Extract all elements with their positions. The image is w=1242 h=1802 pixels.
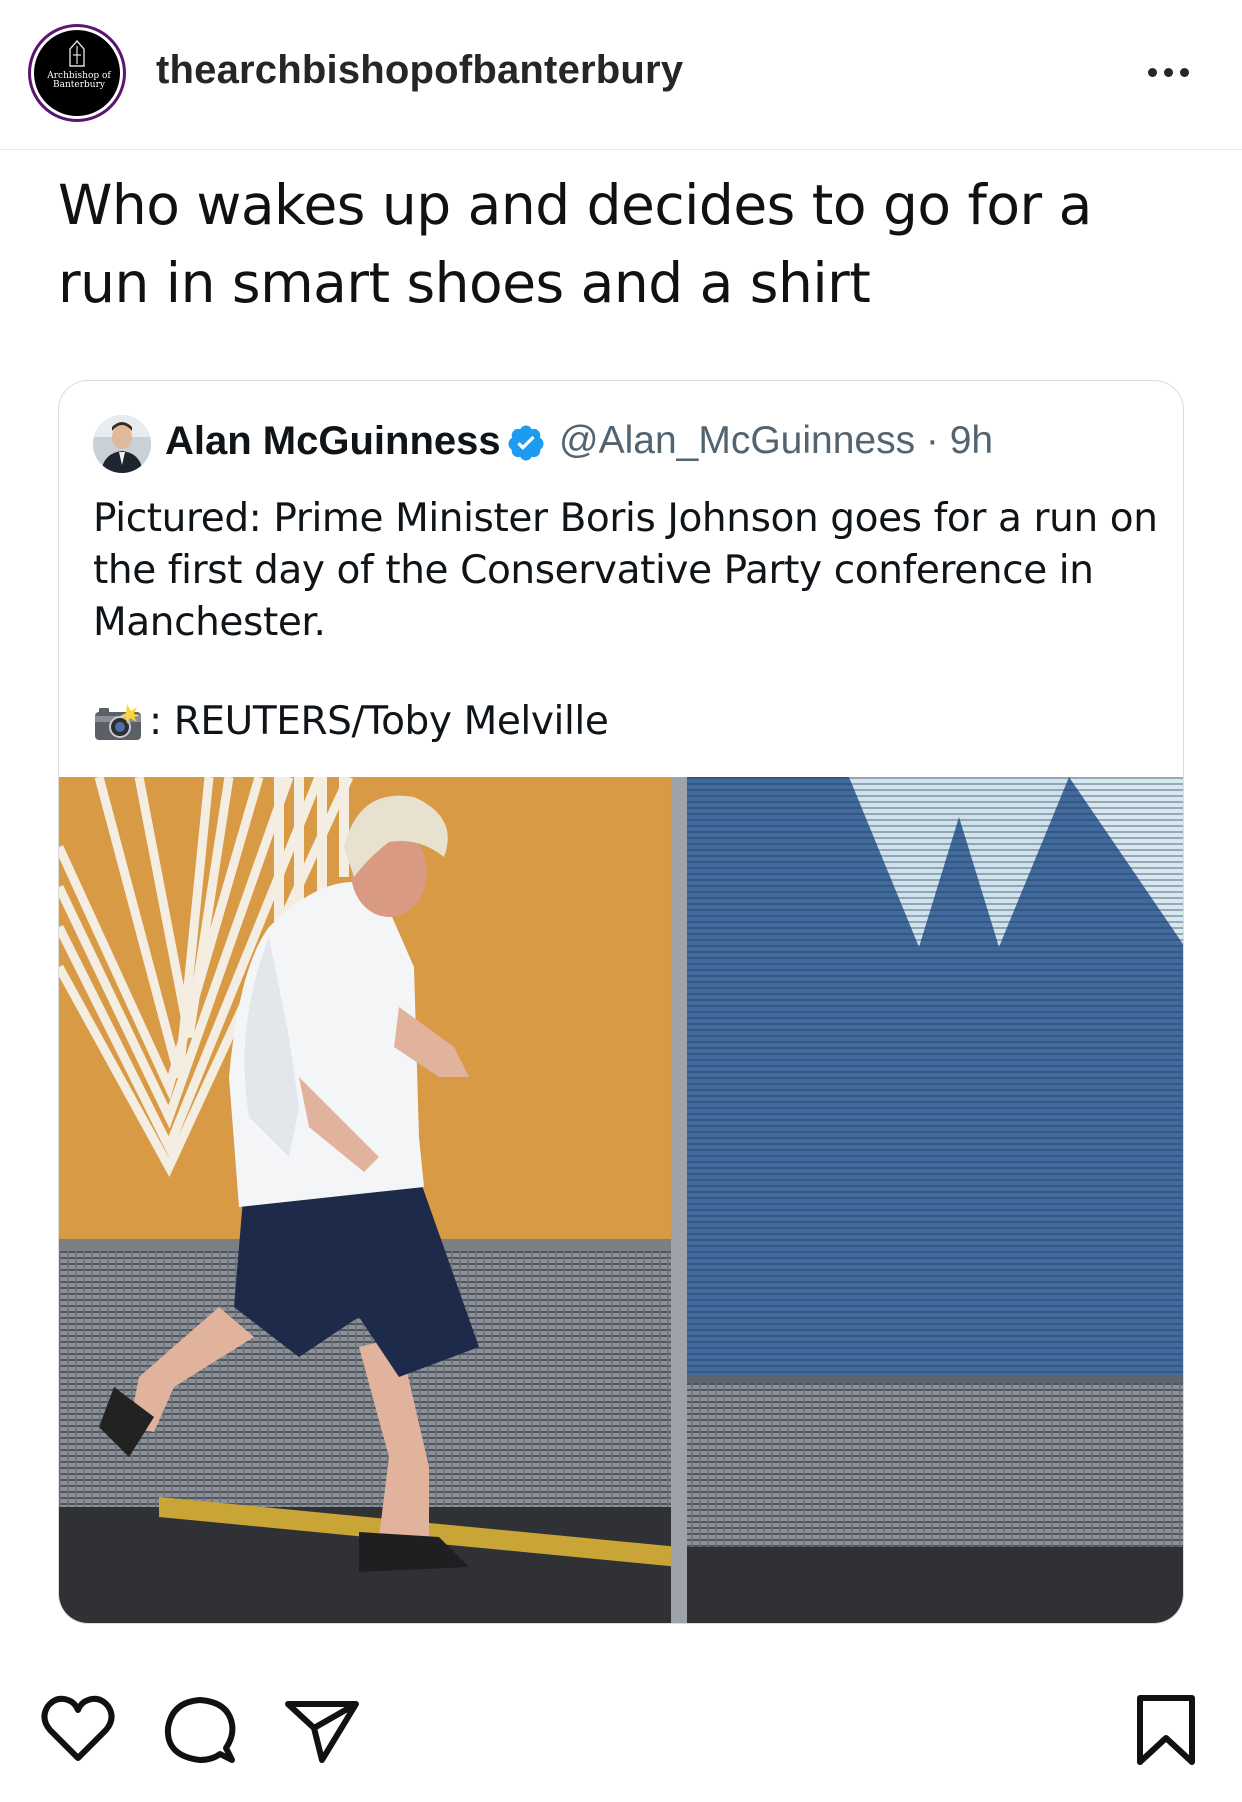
bookmark-icon[interactable] xyxy=(1126,1690,1206,1770)
username[interactable]: thearchbishopofbanterbury xyxy=(156,48,683,93)
tweet-photo[interactable] xyxy=(59,777,1183,1623)
runner-photo xyxy=(59,777,1183,1623)
comment-bubble-icon[interactable] xyxy=(160,1690,240,1770)
tweet-handle-time[interactable]: @Alan_McGuinness · 9h xyxy=(559,419,993,463)
profile-avatar[interactable]: Archbishop of Banterbury xyxy=(28,24,126,122)
photo-credit: : REUTERS/Toby Melville xyxy=(93,699,609,744)
tweet-author-avatar xyxy=(93,415,151,473)
avatar-logo-text: Archbishop of Banterbury xyxy=(47,71,111,90)
tweet-author-name[interactable]: Alan McGuinness xyxy=(165,419,501,464)
more-dots-icon xyxy=(1180,67,1189,77)
camera-flash-icon xyxy=(95,703,141,740)
more-dots-icon xyxy=(1164,67,1173,77)
post-header: Archbishop of Banterbury thearchbishopof… xyxy=(0,0,1242,150)
heart-icon[interactable] xyxy=(38,1690,118,1770)
verified-badge-icon xyxy=(508,425,544,461)
avatar-image: Archbishop of Banterbury xyxy=(31,27,123,119)
tweet-text: Pictured: Prime Minister Boris Johnson g… xyxy=(93,496,1158,645)
more-dots-icon xyxy=(1148,67,1157,77)
mitre-icon xyxy=(69,40,85,67)
more-options-button[interactable] xyxy=(1148,60,1198,84)
post-caption: Who wakes up and decides to go for a run… xyxy=(58,173,1092,315)
paper-plane-icon[interactable] xyxy=(282,1690,362,1770)
embedded-tweet-card: Alan McGuinness @Alan_McGuinness · 9h Pi… xyxy=(58,380,1184,1624)
post-action-bar xyxy=(0,1690,1242,1780)
photo-credit-text: : REUTERS/Toby Melville xyxy=(149,699,609,744)
